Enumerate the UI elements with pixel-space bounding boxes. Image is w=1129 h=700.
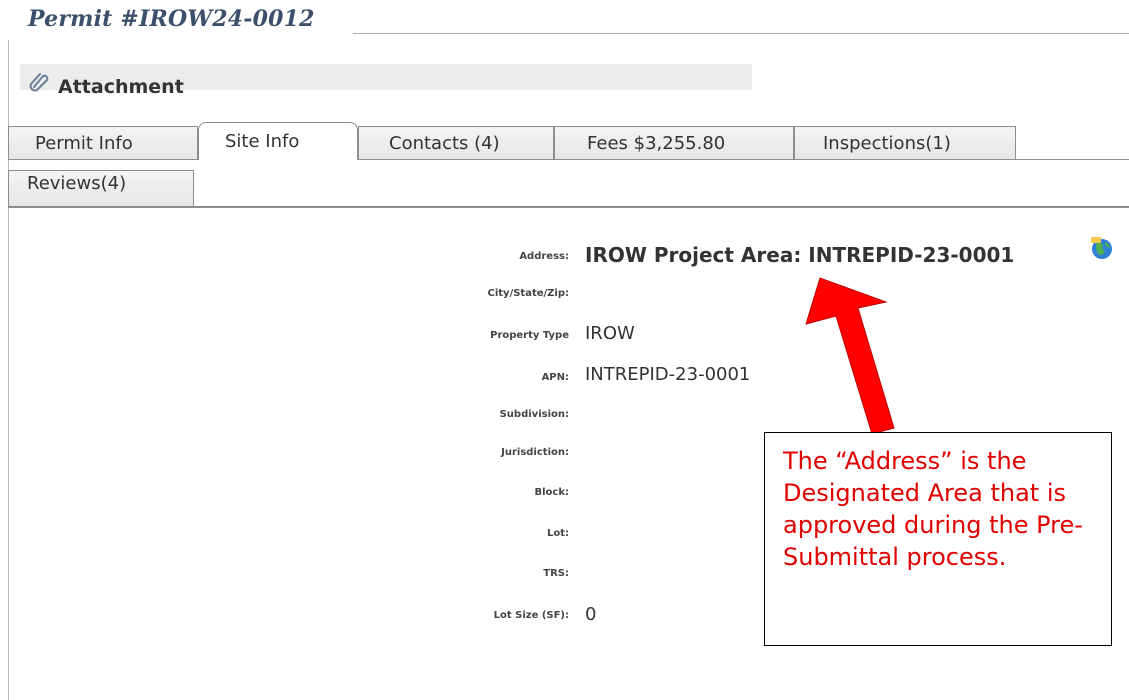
lot-size-value: 0 [585,604,597,625]
address-value: IROW Project Area: INTREPID-23-0001 [585,243,1015,267]
block-label: Block: [534,487,570,498]
attachment-label[interactable]: Attachment [58,76,184,98]
property-type-label: Property Type [490,330,569,341]
tab-inspections[interactable]: Inspections(1) [794,126,1016,160]
trs-label: TRS: [543,568,569,579]
paperclip-icon [29,73,49,92]
tab-label: Inspections(1) [823,133,951,154]
annotation-arrow [805,277,895,435]
permit-title: Permit #IROW24-0012 [28,6,315,32]
tab-content-top-border [8,206,1129,208]
apn-value: INTREPID-23-0001 [585,364,751,385]
annotation-callout: The “Address” is the Designated Area tha… [764,432,1112,646]
tab-fees[interactable]: Fees $3,255.80 [554,126,794,160]
tab-reviews[interactable]: Reviews(4) [8,170,194,206]
title-divider [353,33,1129,34]
apn-label: APN: [541,372,569,383]
jurisdiction-label: Jurisdiction: [501,447,569,458]
lot-label: Lot: [546,528,569,539]
tab-site-info[interactable]: Site Info [198,122,358,160]
globe-map-icon[interactable] [1088,234,1116,262]
city-state-zip-label: City/State/Zip: [487,288,570,299]
address-label: Address: [519,251,569,262]
tab-contacts[interactable]: Contacts (4) [358,126,554,160]
tab-label: Fees $3,255.80 [587,133,726,154]
subdivision-label: Subdivision: [499,409,569,420]
tab-label: Site Info [225,131,300,152]
lot-size-label: Lot Size (SF): [493,610,569,621]
tab-label: Permit Info [35,133,133,154]
tab-permit-info[interactable]: Permit Info [8,126,198,160]
tab-label: Reviews(4) [27,173,127,194]
property-type-value: IROW [585,323,635,344]
tabs-row-divider [8,159,1129,160]
tab-label: Contacts (4) [389,133,500,154]
